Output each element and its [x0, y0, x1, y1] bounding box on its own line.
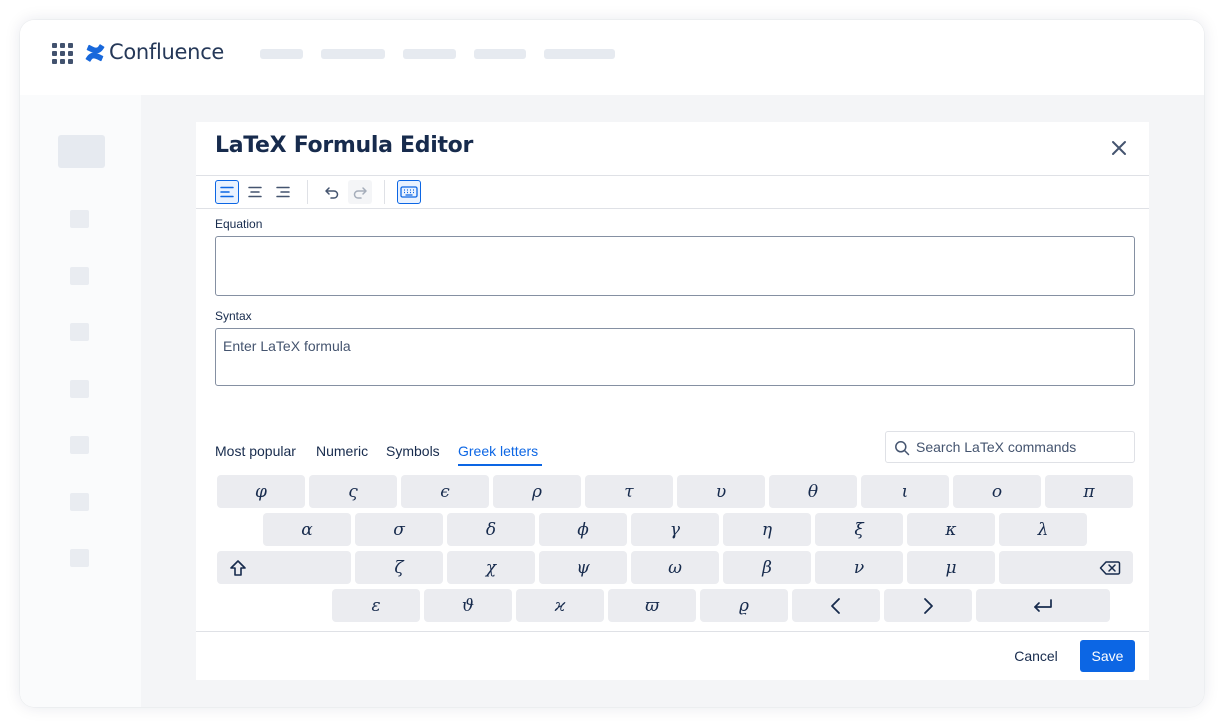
key-varepsilon[interactable]: ε	[332, 589, 420, 622]
save-button[interactable]: Save	[1080, 640, 1135, 672]
key-varphi[interactable]: φ	[217, 475, 305, 508]
enter-icon	[1034, 598, 1052, 612]
arrow-right-key[interactable]	[884, 589, 972, 622]
arrow-left-key[interactable]	[792, 589, 880, 622]
arrow-right-icon	[924, 597, 933, 614]
key-chi[interactable]: χ	[447, 551, 535, 584]
search-field	[885, 431, 1135, 463]
nav-placeholder	[474, 49, 526, 59]
key-varpi[interactable]: ϖ	[608, 589, 696, 622]
align-right-button[interactable]	[271, 180, 295, 204]
confluence-logo-icon	[85, 44, 105, 62]
app-name: Confluence	[109, 40, 225, 64]
nav-placeholder	[321, 49, 385, 59]
key-epsilon[interactable]: ϵ	[401, 475, 489, 508]
backspace-icon	[1099, 560, 1121, 575]
equation-label: Equation	[215, 217, 263, 231]
key-rho[interactable]: ρ	[493, 475, 581, 508]
key-alpha[interactable]: α	[263, 513, 351, 546]
dialog-title: LaTeX Formula Editor	[215, 133, 474, 158]
search-icon	[895, 441, 910, 456]
syntax-input[interactable]	[216, 329, 1134, 385]
syntax-field	[215, 328, 1135, 386]
key-mu[interactable]: μ	[907, 551, 995, 584]
app-switcher-icon[interactable]	[52, 43, 73, 64]
key-delta[interactable]: δ	[447, 513, 535, 546]
toolbar-separator	[307, 180, 308, 204]
align-left-icon	[220, 186, 234, 198]
key-nu[interactable]: ν	[815, 551, 903, 584]
align-right-icon	[276, 186, 290, 198]
arrow-left-icon	[831, 597, 840, 614]
shift-key[interactable]	[217, 551, 351, 584]
enter-key[interactable]	[976, 589, 1110, 622]
keyboard-toggle-button[interactable]	[397, 180, 421, 204]
active-tab-indicator	[458, 464, 542, 466]
sidebar-placeholder	[58, 135, 105, 168]
key-upsilon[interactable]: υ	[677, 475, 765, 508]
redo-icon	[353, 187, 367, 199]
key-omega[interactable]: ω	[631, 551, 719, 584]
redo-button[interactable]	[348, 180, 372, 204]
syntax-label: Syntax	[215, 309, 252, 323]
backspace-key[interactable]	[999, 551, 1133, 584]
sidebar-item-placeholder	[70, 436, 89, 454]
close-icon	[1112, 141, 1126, 155]
divider	[196, 631, 1149, 632]
align-center-button[interactable]	[243, 180, 267, 204]
key-theta[interactable]: θ	[769, 475, 857, 508]
equation-preview	[215, 236, 1135, 296]
align-left-button[interactable]	[215, 180, 239, 204]
cancel-button[interactable]: Cancel	[1005, 640, 1067, 672]
key-gamma[interactable]: γ	[631, 513, 719, 546]
tab-numeric[interactable]: Numeric	[316, 443, 368, 463]
sidebar-item-placeholder	[70, 380, 89, 398]
sidebar-item-placeholder	[70, 493, 89, 511]
top-navigation-bar: Confluence	[20, 20, 1204, 95]
shift-icon	[230, 559, 246, 576]
nav-placeholder	[260, 49, 303, 59]
sidebar	[20, 95, 141, 707]
tab-most-popular[interactable]: Most popular	[215, 443, 296, 463]
key-zeta[interactable]: ζ	[355, 551, 443, 584]
latex-formula-editor-dialog: LaTeX Formula Editor Equation Syntax Ent…	[196, 122, 1149, 680]
key-psi[interactable]: ψ	[539, 551, 627, 584]
toolbar-separator	[384, 180, 385, 204]
key-sigma[interactable]: σ	[355, 513, 443, 546]
key-varsigma[interactable]: ς	[309, 475, 397, 508]
sidebar-item-placeholder	[70, 267, 89, 285]
undo-icon	[325, 187, 339, 199]
greek-letter-keyboard: φ ς ϵ ρ τ υ θ ι ο π α σ δ ϕ γ η ξ κ λ ζ …	[196, 468, 1149, 631]
divider	[196, 208, 1149, 209]
key-varrho[interactable]: ϱ	[700, 589, 788, 622]
align-center-icon	[248, 186, 262, 198]
keyboard-icon	[400, 186, 418, 198]
tab-symbols[interactable]: Symbols	[386, 443, 440, 463]
close-button[interactable]	[1106, 135, 1132, 161]
sidebar-item-placeholder	[70, 210, 89, 228]
key-pi[interactable]: π	[1045, 475, 1133, 508]
key-iota[interactable]: ι	[861, 475, 949, 508]
app-frame: Confluence LaTeX Formula Editor Equation…	[20, 20, 1204, 707]
search-input[interactable]	[916, 432, 1130, 462]
tab-greek-letters[interactable]: Greek letters	[458, 443, 538, 463]
key-eta[interactable]: η	[723, 513, 811, 546]
key-omicron[interactable]: ο	[953, 475, 1041, 508]
key-kappa[interactable]: κ	[907, 513, 995, 546]
divider	[196, 175, 1149, 176]
nav-placeholder	[544, 49, 615, 59]
sidebar-item-placeholder	[70, 549, 89, 567]
key-vartheta[interactable]: ϑ	[424, 589, 512, 622]
key-tau[interactable]: τ	[585, 475, 673, 508]
nav-placeholder	[403, 49, 456, 59]
undo-button[interactable]	[320, 180, 344, 204]
key-beta[interactable]: β	[723, 551, 811, 584]
key-varkappa[interactable]: ϰ	[516, 589, 604, 622]
key-phi[interactable]: ϕ	[539, 513, 627, 546]
key-lambda[interactable]: λ	[999, 513, 1087, 546]
key-xi[interactable]: ξ	[815, 513, 903, 546]
sidebar-item-placeholder	[70, 323, 89, 341]
